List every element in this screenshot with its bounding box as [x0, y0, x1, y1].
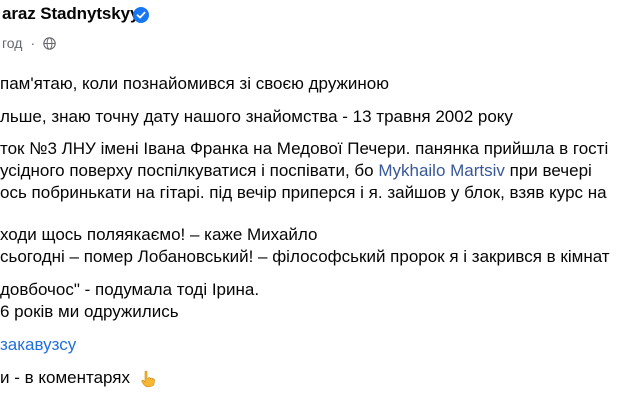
post-line-1: пам'ятаю, коли познайомився зі своєю дру…	[0, 74, 389, 93]
post-line-11-text: и - в коментарях	[0, 368, 130, 387]
post-line-9: 6 років ми одружились	[0, 302, 179, 321]
meta-separator: ·	[30, 35, 36, 51]
post-line-8: довбочос" - подумала тоді Ірина.	[0, 280, 260, 299]
post-line-7: сьогодні – помер Лобановський! – філософ…	[0, 247, 610, 266]
verified-badge-icon	[133, 7, 149, 23]
post-line-2: льше, знаю точну дату нашого знайомства …	[0, 107, 513, 126]
post-time[interactable]: год	[2, 35, 22, 51]
post-line-3: ток №3 ЛНУ імені Івана Франка на Медової…	[0, 139, 609, 158]
post-line-4: усідного поверху поспілкуватися і поспів…	[0, 160, 592, 182]
post-line-6: ходи щось поляякаємо! – каже Михайло	[0, 225, 318, 244]
author-name[interactable]: araz Stadnytskyy	[2, 4, 139, 24]
globe-icon	[43, 36, 56, 50]
post-line-11: и - в коментарях	[0, 367, 157, 389]
post-line-5: ось побринькати на гітарі. під вечір при…	[0, 183, 607, 202]
post-line-4-end: при вечері	[504, 161, 592, 180]
post-header: araz Stadnytskyy год ·	[0, 0, 622, 62]
post-meta: год ·	[0, 35, 56, 51]
mention-link[interactable]: Mykhailo Martsiv	[378, 161, 505, 180]
post-line-4-start: усідного поверху поспілкуватися і поспів…	[0, 161, 379, 180]
pointing-down-icon	[141, 370, 155, 387]
hashtag-link[interactable]: закавузсу	[0, 334, 76, 356]
